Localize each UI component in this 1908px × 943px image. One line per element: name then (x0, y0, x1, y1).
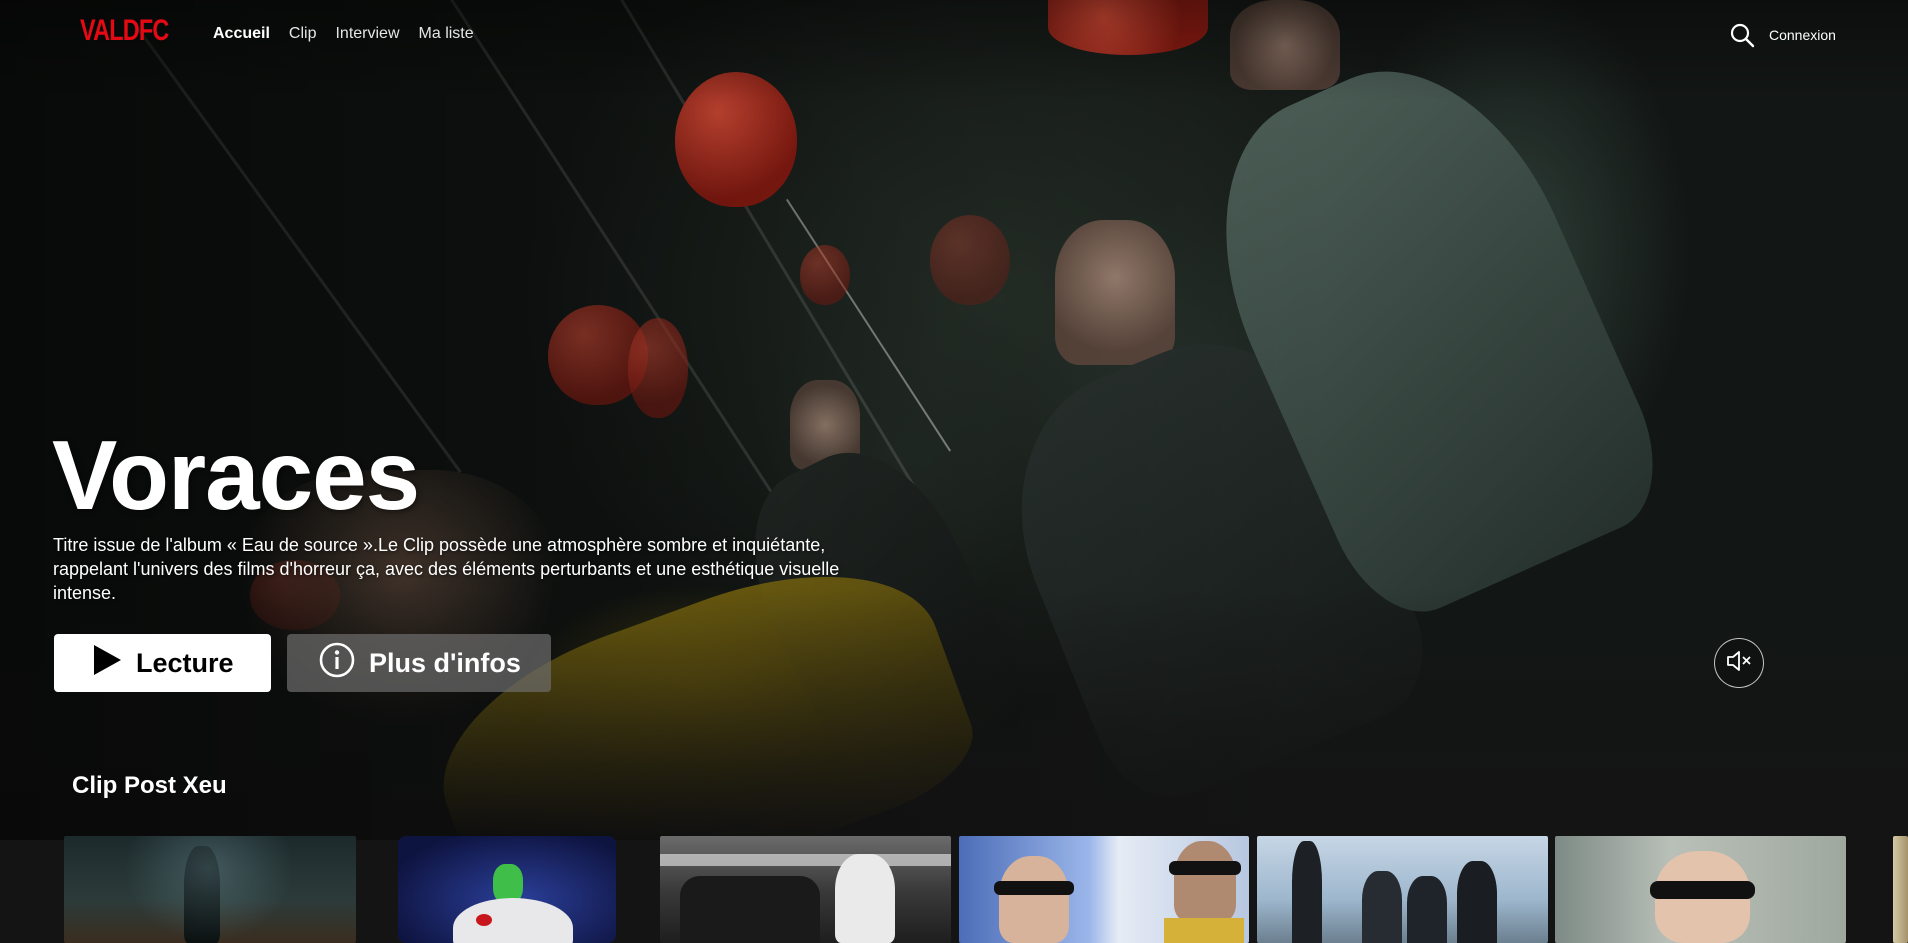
play-button[interactable]: Lecture (54, 634, 271, 692)
play-button-label: Lecture (136, 647, 234, 678)
tile-thumbnail[interactable] (64, 836, 356, 943)
nav-link-interview[interactable]: Interview (335, 25, 399, 43)
nav-link-accueil[interactable]: Accueil (213, 25, 270, 43)
nav-link-clip[interactable]: Clip (289, 25, 317, 43)
tile-thumbnail[interactable] (660, 836, 951, 943)
search-icon[interactable] (1729, 22, 1755, 48)
content-row (0, 836, 1908, 943)
tile-thumbnail[interactable] (1555, 836, 1846, 943)
nav-link-ma-liste[interactable]: Ma liste (419, 25, 474, 43)
more-info-button-label: Plus d'infos (369, 647, 521, 678)
info-icon (319, 642, 355, 685)
top-nav: VALDFC Accueil Clip Interview Ma liste C… (0, 0, 1908, 70)
tile-thumbnail[interactable] (1257, 836, 1548, 943)
nav-links: Accueil Clip Interview Ma liste (213, 25, 474, 43)
tile-thumbnail[interactable] (1893, 836, 1908, 943)
billboard-synopsis: Titre issue de l'album « Eau de source »… (53, 535, 840, 603)
login-link[interactable]: Connexion (1769, 27, 1836, 43)
more-info-button[interactable]: Plus d'infos (287, 634, 551, 692)
logo[interactable]: VALDFC (80, 14, 169, 48)
mute-toggle-button[interactable] (1714, 638, 1764, 688)
tile-thumbnail[interactable] (398, 836, 616, 943)
volume-muted-icon (1726, 650, 1752, 677)
row-title: Clip Post Xeu (72, 772, 227, 799)
tile-thumbnail[interactable] (959, 836, 1249, 943)
play-icon (92, 644, 122, 683)
billboard-title: Voraces (52, 420, 420, 530)
